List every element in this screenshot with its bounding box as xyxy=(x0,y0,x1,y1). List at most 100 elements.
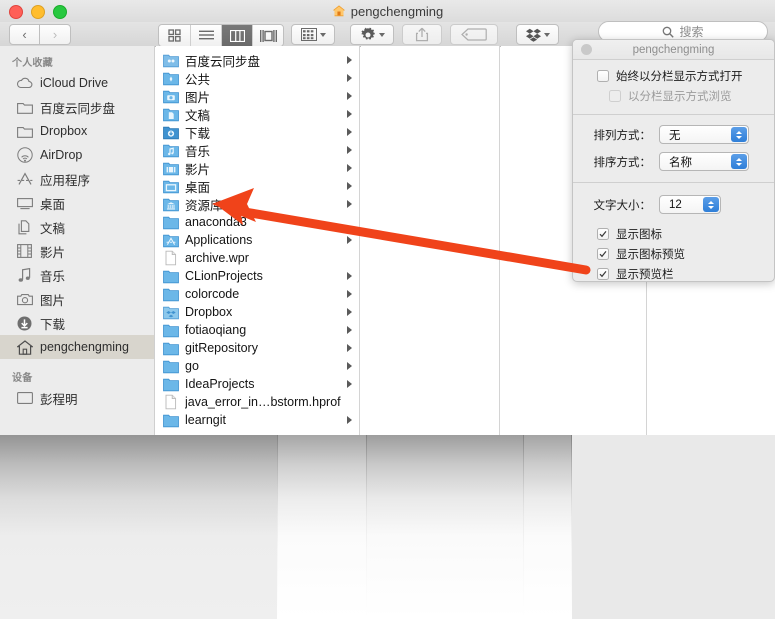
file-row[interactable]: 文稿 xyxy=(156,105,359,123)
fade-panel-right xyxy=(572,435,775,619)
chevron-right-icon: › xyxy=(52,27,58,42)
tags-button[interactable] xyxy=(450,24,498,45)
disclosure-arrow-icon xyxy=(347,344,352,352)
chevron-down-icon xyxy=(543,32,550,37)
sidebar-item-pengchengming[interactable]: pengchengming xyxy=(0,335,154,359)
sidebar-item-music[interactable]: 音乐 xyxy=(0,263,154,287)
sidebar-item-label: AirDrop xyxy=(40,148,83,162)
file-row[interactable]: gitRepository xyxy=(156,339,359,357)
sidebar-item-label: Dropbox xyxy=(40,124,88,138)
disclosure-arrow-icon xyxy=(347,74,352,82)
sidebar-item-icloud-drive[interactable]: iCloud Drive xyxy=(0,71,154,95)
computer-icon xyxy=(16,390,33,407)
documents-icon xyxy=(16,219,33,236)
file-icon xyxy=(165,394,177,410)
file-name: gitRepository xyxy=(185,341,258,355)
dropbox-button[interactable] xyxy=(516,24,559,45)
folder-icon xyxy=(163,360,179,374)
sidebar-item-downloads[interactable]: 下载 xyxy=(0,311,154,335)
window-title: pengchengming xyxy=(0,0,775,22)
folder-desktop-icon xyxy=(163,180,179,194)
stepper-icon[interactable] xyxy=(731,154,747,169)
file-name: 图片 xyxy=(185,90,211,105)
sort-by-select[interactable]: 名称 xyxy=(659,152,749,171)
file-name: 公共 xyxy=(185,72,211,87)
checkbox-icon xyxy=(597,70,609,82)
tag-icon xyxy=(461,28,487,41)
file-row[interactable]: IdeaProjects xyxy=(156,375,359,393)
checkbox-show-icons[interactable]: 显示图标 xyxy=(573,224,774,244)
chevron-left-icon: ‹ xyxy=(22,27,27,42)
sidebar-item-movies[interactable]: 影片 xyxy=(0,239,154,263)
sidebar-item-pictures[interactable]: 图片 xyxy=(0,287,154,311)
back-button[interactable]: ‹ xyxy=(9,24,40,45)
text-size-select[interactable]: 12 xyxy=(659,195,721,214)
sidebar-item-label: 百度云同步盘 xyxy=(40,101,116,116)
disclosure-arrow-icon xyxy=(347,380,352,388)
file-name: anaconda3 xyxy=(185,215,247,229)
file-row[interactable]: 百度云同步盘 xyxy=(156,51,359,69)
close-icon[interactable] xyxy=(581,44,592,55)
disclosure-arrow-icon xyxy=(347,128,352,136)
file-name: 文稿 xyxy=(185,108,211,123)
file-row[interactable]: CLionProjects xyxy=(156,267,359,285)
group-by-button[interactable] xyxy=(291,24,335,45)
search-placeholder: 搜索 xyxy=(679,25,704,39)
disclosure-arrow-icon xyxy=(347,200,352,208)
sidebar-item-desktop[interactable]: 桌面 xyxy=(0,191,154,215)
cloud-icon xyxy=(16,75,33,92)
sidebar-item-documents[interactable]: 文稿 xyxy=(0,215,154,239)
sidebar-item-airdrop[interactable]: AirDrop xyxy=(0,143,154,167)
folder-pictures-icon xyxy=(163,90,179,104)
file-row[interactable]: 影片 xyxy=(156,159,359,177)
column-view-button[interactable] xyxy=(221,25,252,46)
file-name: Dropbox xyxy=(185,305,233,319)
file-row[interactable]: 公共 xyxy=(156,69,359,87)
folder-movies-icon xyxy=(163,162,179,176)
disclosure-arrow-icon xyxy=(347,236,352,244)
file-row[interactable]: 下载 xyxy=(156,123,359,141)
desktop-icon xyxy=(16,195,33,212)
file-row[interactable]: go xyxy=(156,357,359,375)
sidebar-item-baidu-sync[interactable]: 百度云同步盘 xyxy=(0,95,154,119)
file-row[interactable]: 桌面 xyxy=(156,177,359,195)
file-row[interactable]: 图片 xyxy=(156,87,359,105)
folder-icon xyxy=(163,414,179,428)
sidebar-item-dropbox[interactable]: Dropbox xyxy=(0,119,154,143)
downloads-icon xyxy=(16,315,33,332)
file-row-library[interactable]: 资源库 xyxy=(156,195,359,213)
stepper-icon[interactable] xyxy=(703,197,719,212)
file-row[interactable]: 音乐 xyxy=(156,141,359,159)
icon-view-button[interactable] xyxy=(159,25,190,46)
arrange-by-select[interactable]: 无 xyxy=(659,125,749,144)
checkbox-show-preview-column[interactable]: 显示预览栏 xyxy=(573,264,774,281)
file-row[interactable]: Applications xyxy=(156,231,359,249)
file-row[interactable]: learngit xyxy=(156,411,359,429)
sidebar-item-applications[interactable]: 应用程序 xyxy=(0,167,154,191)
action-gear-button[interactable] xyxy=(350,24,394,45)
checkbox-always-open-column-view[interactable]: 始终以分栏显示方式打开 xyxy=(573,66,774,86)
share-button[interactable] xyxy=(402,24,442,45)
fade-separator xyxy=(523,435,524,619)
fade-separator xyxy=(571,435,572,619)
checkbox-show-icon-preview[interactable]: 显示图标预览 xyxy=(573,244,774,264)
file-row[interactable]: colorcode xyxy=(156,285,359,303)
finder-window: pengchengming ‹ › 搜索 个人收藏 iCloud Drive 百… xyxy=(0,0,775,619)
file-row[interactable]: Dropbox xyxy=(156,303,359,321)
disclosure-arrow-icon xyxy=(347,164,352,172)
list-view-button[interactable] xyxy=(190,25,221,46)
text-size-label: 文字大小： xyxy=(593,199,652,212)
file-row[interactable]: fotiaoqiang xyxy=(156,321,359,339)
forward-button[interactable]: › xyxy=(40,24,71,45)
file-row[interactable]: archive.wpr xyxy=(156,249,359,267)
gallery-view-button[interactable] xyxy=(252,25,283,46)
arrange-by-value: 无 xyxy=(669,129,681,142)
sidebar-item-label: 影片 xyxy=(40,245,66,260)
sidebar-item-device-pengchengming[interactable]: 彭程明 xyxy=(0,386,154,410)
file-column-2[interactable] xyxy=(361,46,500,435)
dropbox-icon xyxy=(525,28,541,42)
file-row[interactable]: java_error_in…bstorm.hprof xyxy=(156,393,359,411)
stepper-icon[interactable] xyxy=(731,127,747,142)
popover-header: pengchengming xyxy=(573,40,774,59)
file-row[interactable]: anaconda3 xyxy=(156,213,359,231)
